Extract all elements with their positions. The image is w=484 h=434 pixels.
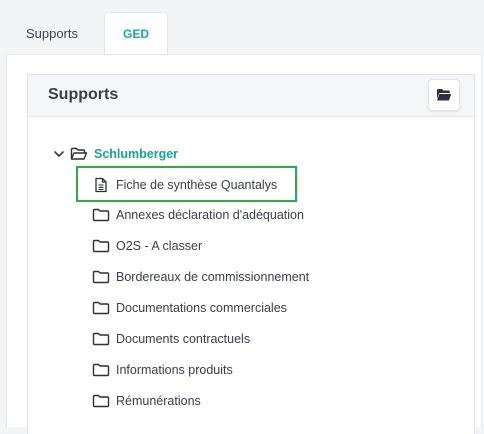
file-text-icon [92,177,110,193]
tree-item[interactable]: Documentations commerciales [92,297,287,319]
tree-item-label: Bordereaux de commissionnement [116,270,309,284]
tree-item-label: Fiche de synthèse Quantalys [116,178,277,192]
tree-item[interactable]: Informations produits [92,359,233,381]
tree-item[interactable]: Fiche de synthèse Quantalys [92,174,277,196]
tree-item-label: Rémunérations [116,394,201,408]
tree-item-label: Documentations commerciales [116,301,287,315]
folder-icon [92,300,110,316]
folder-icon [92,269,110,285]
tree-item[interactable]: Bordereaux de commissionnement [92,266,309,288]
tree-item[interactable]: Documents contractuels [92,328,250,350]
folder-open-icon [70,146,88,162]
folder-icon [92,207,110,223]
tree-item-label: Documents contractuels [116,332,250,346]
folder-icon [92,362,110,378]
chevron-down-icon[interactable] [52,147,66,161]
tree-root-schlumberger[interactable]: Schlumberger [52,143,178,165]
tree-item[interactable]: Annexes déclaration d'adéquation [92,204,304,226]
folder-icon [92,393,110,409]
folder-icon [92,331,110,347]
tree-item[interactable]: Rémunérations [92,390,201,412]
document-tree: Schlumberger Fiche de synthèse Quantalys… [0,0,484,427]
tree-item-label: O2S - A classer [116,239,202,253]
tree-item-label: Informations produits [116,363,233,377]
tree-item-label: Annexes déclaration d'adéquation [116,208,304,222]
folder-icon [92,238,110,254]
tree-item[interactable]: O2S - A classer [92,235,202,257]
tree-root-label: Schlumberger [94,147,178,161]
